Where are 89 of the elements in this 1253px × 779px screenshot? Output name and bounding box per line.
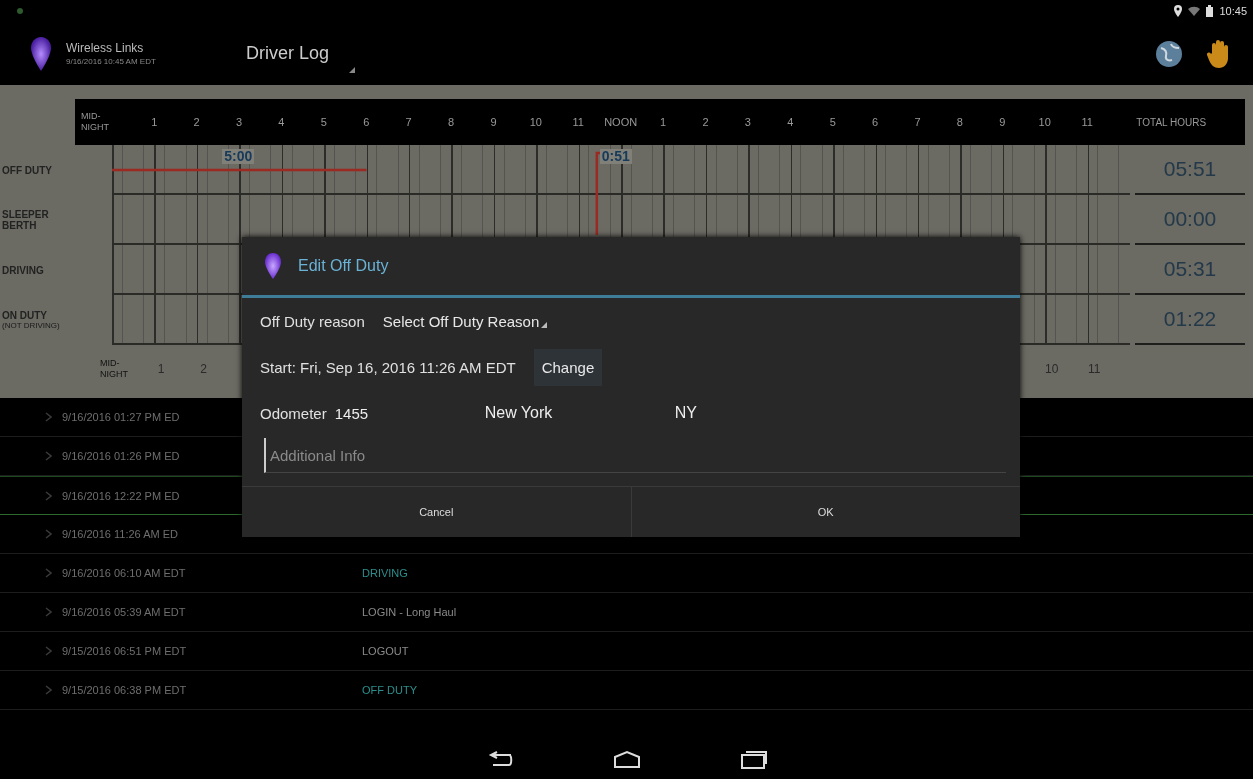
field-label: Odometer (260, 404, 327, 422)
chevron-icon (45, 568, 52, 578)
hour-label: 5 (319, 116, 328, 128)
duty-status-sublabel: (NOT DRIVING) (2, 321, 61, 330)
event-time: 9/15/2016 06:51 PM EDT (62, 645, 187, 657)
hour-label: MID-NIGHT (100, 358, 129, 380)
input-field[interactable]: Additional Info (264, 438, 1006, 473)
hour-label: 7 (913, 116, 922, 128)
hour-label: 3 (743, 116, 752, 128)
recent-apps-icon[interactable] (740, 749, 767, 769)
event-time: 9/15/2016 06:38 PM EDT (62, 684, 187, 696)
hour-label: 1 (156, 362, 166, 376)
screen-title: Driver Log (246, 43, 330, 64)
location-pin-icon[interactable] (30, 36, 52, 71)
dialog-title: Edit Off Duty (298, 257, 389, 275)
event-time: 9/16/2016 06:10 AM EDT (62, 567, 186, 579)
notification-icon (16, 7, 24, 15)
location-pin-icon (264, 253, 282, 279)
location-pin-icon (1174, 5, 1183, 17)
hour-label: 10 (1037, 116, 1052, 128)
hour-label: 9 (998, 116, 1007, 128)
city-text: New York (484, 404, 554, 422)
state-text: NY (674, 404, 697, 422)
duty-status-label: SLEEPER BERTH (2, 209, 50, 231)
duty-status-label: DRIVING (2, 264, 45, 276)
duty-status-label: OFF DUTY (2, 164, 53, 176)
hour-label: 2 (199, 362, 208, 376)
start-time-text: Start: Fri, Sep 16, 2016 11:26 AM EDT (260, 358, 516, 376)
event-time: 9/16/2016 12:22 PM ED (62, 489, 180, 502)
dropdown-corner-icon (541, 321, 548, 328)
event-time: 9/16/2016 01:27 PM ED (62, 411, 180, 423)
hour-label: MID-NIGHT (80, 111, 110, 133)
chevron-icon (45, 646, 52, 656)
total-hours-value: 05:51 (1135, 145, 1245, 195)
total-hours-label: TOTAL HOURS (1136, 115, 1208, 129)
duty-status-label: ON DUTY (2, 310, 48, 321)
hour-label: NOON (603, 116, 639, 128)
globe-icon[interactable] (1155, 39, 1183, 68)
hour-label: 8 (447, 116, 456, 128)
event-status: OFF DUTY (362, 684, 417, 696)
chevron-icon (45, 490, 52, 501)
duration-label: 5:00 (222, 149, 255, 164)
app-subtitle: 9/16/2016 10:45 AM EDT (66, 57, 157, 66)
hour-label: 5 (828, 116, 837, 128)
event-status: DRIVING (362, 567, 408, 579)
chevron-icon (45, 607, 52, 617)
field-label: Off Duty reason (260, 312, 365, 330)
hour-label: 3 (234, 116, 244, 128)
dialog-button[interactable]: OK (630, 487, 1020, 537)
chevron-icon (45, 685, 52, 695)
event-time: 9/16/2016 11:26 AM ED (62, 528, 178, 540)
total-hours-value: 00:00 (1135, 195, 1245, 245)
hour-label: 10 (1044, 362, 1060, 376)
hour-label: 11 (1086, 362, 1102, 376)
battery-icon (1206, 5, 1214, 17)
hour-label: 11 (1080, 116, 1094, 128)
hand-icon[interactable] (1207, 38, 1231, 69)
duration-label: 0:51 (599, 149, 632, 164)
hour-label: 4 (786, 116, 795, 128)
app-name: Wireless Links (66, 41, 145, 55)
hour-label: 1 (659, 116, 668, 128)
change-button[interactable]: Change (533, 348, 603, 386)
chevron-icon (45, 451, 52, 461)
hour-label: 1 (150, 116, 159, 128)
hour-label: 8 (955, 116, 964, 128)
hour-label: 9 (489, 116, 498, 128)
event-time: 9/16/2016 01:26 PM ED (62, 450, 180, 462)
hour-label: 10 (528, 116, 543, 128)
chevron-icon (45, 412, 52, 422)
total-hours-value: 05:31 (1135, 245, 1245, 295)
event-time: 9/16/2016 05:39 AM EDT (62, 606, 186, 618)
hour-label: 4 (277, 116, 286, 128)
hour-label: 6 (362, 116, 371, 128)
reason-dropdown[interactable]: Select Off Duty Reason (382, 308, 548, 334)
total-hours-value: 01:22 (1135, 295, 1245, 345)
hour-label: 2 (701, 116, 710, 128)
clock: 10:45 (1219, 5, 1247, 17)
wifi-icon (1188, 6, 1201, 16)
event-status: LOGOUT (362, 645, 409, 657)
event-status: LOGIN - Long Haul (362, 606, 457, 618)
hour-label: 11 (571, 116, 585, 128)
hour-label: 6 (871, 116, 880, 128)
chevron-icon (45, 529, 52, 539)
dropdown-corner-icon[interactable] (349, 67, 356, 73)
dialog-button[interactable]: Cancel (242, 487, 631, 537)
hour-label: 2 (192, 116, 201, 128)
odometer-value: 1455 (333, 404, 370, 422)
hour-label: 7 (404, 116, 413, 128)
home-icon[interactable] (612, 750, 641, 768)
